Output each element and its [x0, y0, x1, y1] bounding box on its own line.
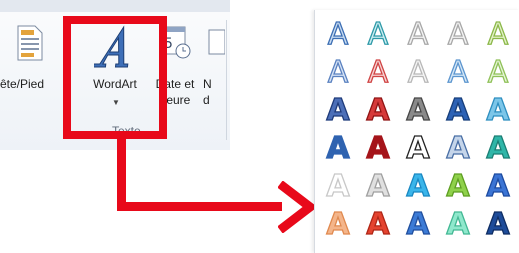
wordart-style-gallery: AAAAAAAAAAAAAAAAAAAAAAAAAAAAAA: [314, 10, 519, 253]
wordart-style-silver[interactable]: A: [359, 168, 397, 206]
wordart-style-lime[interactable]: A: [439, 168, 477, 206]
annotation-connector-vertical: [117, 138, 126, 211]
wordart-style-peach[interactable]: A: [319, 206, 357, 244]
wordart-style-blue-outline[interactable]: A: [319, 16, 357, 54]
wordart-style-blue-bold[interactable]: A: [399, 206, 437, 244]
wordart-style-red-light[interactable]: A: [359, 54, 397, 92]
wordart-style-steel-outline[interactable]: A: [439, 130, 477, 168]
wordart-style-blue-fill[interactable]: A: [439, 92, 477, 130]
header-footer-label: ête/Pied: [0, 77, 45, 91]
wordart-style-blue-solid[interactable]: A: [319, 130, 357, 168]
next-button-partial[interactable]: N d: [203, 18, 226, 118]
wordart-style-navy-fill[interactable]: A: [319, 92, 357, 130]
next-button-label: N d: [203, 76, 225, 108]
next-button-label-line1: N: [203, 77, 212, 91]
header-footer-icon: [16, 24, 44, 65]
wordart-highlight-box: [63, 16, 167, 139]
wordart-style-black-outline[interactable]: A: [399, 130, 437, 168]
wordart-style-blue-light[interactable]: A: [319, 54, 357, 92]
next-button-label-line2: d: [203, 93, 210, 107]
annotation-connector-horizontal: [117, 202, 282, 211]
wordart-style-darkred-solid[interactable]: A: [359, 130, 397, 168]
wordart-style-gray-fill[interactable]: A: [399, 92, 437, 130]
wordart-style-gray-outline-2[interactable]: A: [439, 16, 477, 54]
ribbon-top-strip: [0, 0, 230, 12]
group-separator: [226, 20, 227, 140]
wordart-style-mint[interactable]: A: [439, 206, 477, 244]
wordart-style-navy-bold[interactable]: A: [479, 206, 517, 244]
wordart-style-green-outline[interactable]: A: [479, 16, 517, 54]
wordart-style-gray-light[interactable]: A: [399, 54, 437, 92]
header-footer-button[interactable]: ête/Pied: [0, 18, 60, 118]
wordart-style-red-orange[interactable]: A: [359, 206, 397, 244]
wordart-style-sky-blue[interactable]: A: [399, 168, 437, 206]
wordart-style-faint-gray[interactable]: A: [319, 168, 357, 206]
wordart-style-gray-outline[interactable]: A: [399, 16, 437, 54]
wordart-style-red-fill[interactable]: A: [359, 92, 397, 130]
annotation-arrowhead: [278, 181, 314, 233]
wordart-style-green-light[interactable]: A: [479, 54, 517, 92]
wordart-style-royal-blue[interactable]: A: [479, 168, 517, 206]
wordart-style-teal-gradient[interactable]: A: [479, 130, 517, 168]
wordart-style-cyan-fill[interactable]: A: [479, 92, 517, 130]
wordart-style-blue-light-2[interactable]: A: [439, 54, 477, 92]
wordart-style-teal-outline[interactable]: A: [359, 16, 397, 54]
next-button-icon: [205, 24, 226, 63]
